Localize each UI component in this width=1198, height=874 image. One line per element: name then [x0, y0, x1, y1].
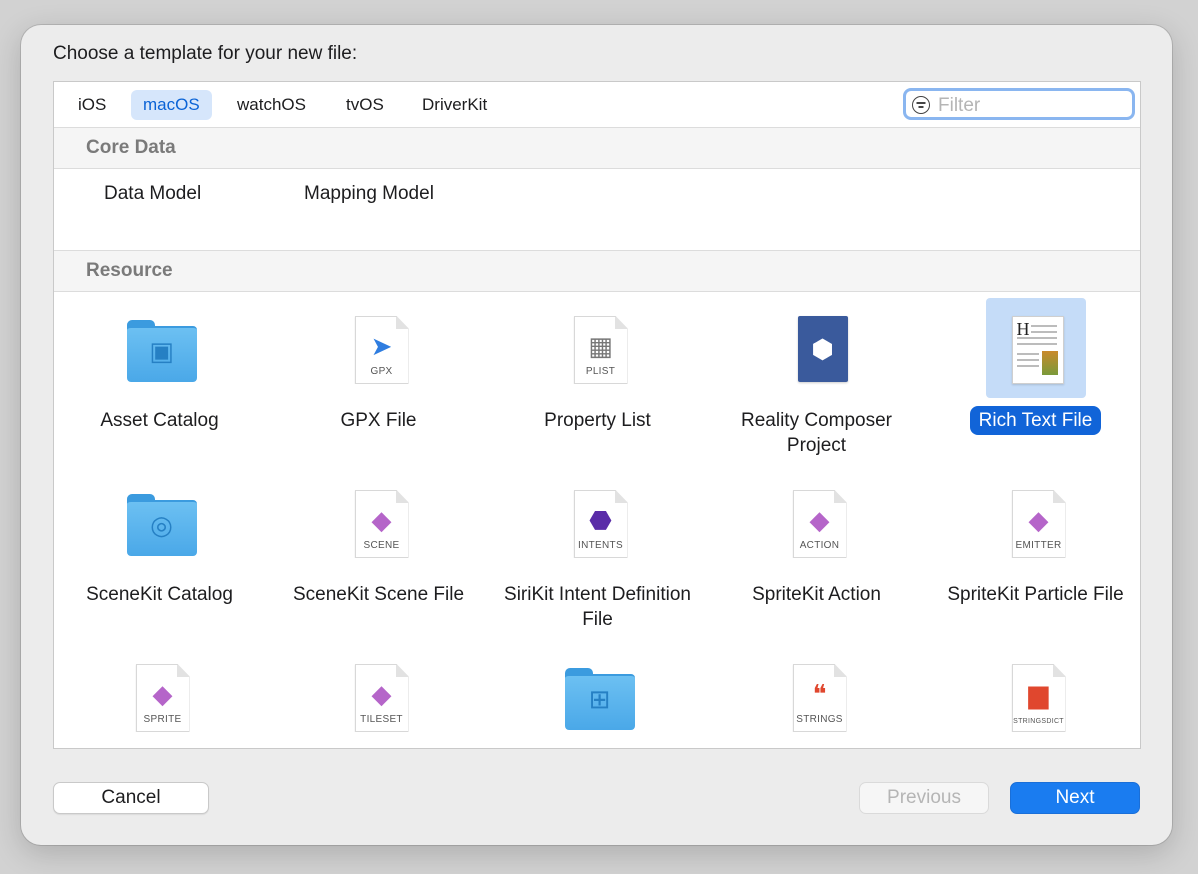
tab-tvos[interactable]: tvOS — [334, 90, 396, 120]
template-mapping-model[interactable]: Mapping Model — [304, 183, 434, 205]
tab-ios[interactable]: iOS — [66, 90, 118, 120]
template-rich-text-file[interactable]: H Rich Text File — [926, 298, 1140, 435]
template-asset-catalog[interactable]: ▣ Asset Catalog — [54, 298, 269, 435]
template-panel: iOS macOS watchOS tvOS DriverKit Core Da… — [53, 81, 1141, 749]
template-label: SceneKit Scene File — [292, 584, 465, 605]
template-sirikit-intent-definition-file[interactable]: ⬣ INTENTS SiriKit Intent Definition File — [488, 472, 707, 634]
previous-button[interactable]: Previous — [859, 782, 989, 814]
new-file-template-sheet: Choose a template for your new file: iOS… — [21, 25, 1172, 845]
filter-field[interactable] — [903, 88, 1135, 120]
filter-input[interactable] — [936, 93, 1130, 119]
template-scenekit-catalog[interactable]: ◎ SceneKit Catalog — [54, 472, 269, 609]
sirikit-intents-icon: ⬣ INTENTS — [573, 490, 628, 558]
rich-text-file-icon: H — [1011, 316, 1064, 384]
spritekit-tileset-icon: ◆ TILESET — [354, 664, 409, 732]
spritekit-action-icon: ◆ ACTION — [792, 490, 847, 558]
tab-macos[interactable]: macOS — [131, 90, 212, 120]
scenekit-catalog-folder-icon: ◎ — [126, 494, 197, 556]
tab-watchos[interactable]: watchOS — [225, 90, 318, 120]
template-strings-file[interactable]: ❝ STRINGS — [707, 646, 926, 746]
next-button[interactable]: Next — [1010, 782, 1140, 814]
section-header-resource: Resource — [54, 250, 1140, 292]
template-spritekit-action[interactable]: ◆ ACTION SpriteKit Action — [707, 472, 926, 609]
property-list-icon: ▦ PLIST — [573, 316, 628, 384]
template-scenekit-scene-file[interactable]: ◆ SCENE SceneKit Scene File — [269, 472, 488, 609]
template-label: Rich Text File — [969, 406, 1102, 435]
template-property-list[interactable]: ▦ PLIST Property List — [488, 298, 707, 435]
scenekit-scene-icon: ◆ SCENE — [354, 490, 409, 558]
strings-file-icon: ❝ STRINGS — [792, 664, 847, 732]
dialog-prompt: Choose a template for your new file: — [53, 43, 358, 64]
folder-grid-icon: ⊞ — [564, 668, 635, 730]
template-label: Property List — [544, 410, 651, 431]
template-spritekit-tileset[interactable]: ◆ TILESET — [269, 646, 488, 746]
template-folder-grid[interactable]: ⊞ — [488, 646, 707, 746]
template-label: SpriteKit Particle File — [947, 584, 1124, 605]
asset-catalog-folder-icon: ▣ — [126, 320, 197, 382]
template-stringsdict-file[interactable]: ▆ STRINGSDICT — [926, 646, 1140, 746]
cancel-button[interactable]: Cancel — [53, 782, 209, 814]
template-label: Reality Composer Project — [741, 410, 892, 456]
template-label: SceneKit Catalog — [86, 584, 233, 605]
reality-composer-icon: ⬢ — [797, 316, 848, 382]
template-gpx-file[interactable]: ➤ GPX GPX File — [269, 298, 488, 435]
template-spritekit-particle-file[interactable]: ◆ EMITTER SpriteKit Particle File — [926, 472, 1140, 609]
gpx-file-icon: ➤ GPX — [354, 316, 409, 384]
template-label: SpriteKit Action — [752, 584, 881, 605]
section-title: Resource — [86, 260, 173, 281]
section-title: Core Data — [86, 137, 176, 158]
template-label: GPX File — [340, 410, 417, 431]
spritekit-emitter-icon: ◆ EMITTER — [1011, 490, 1066, 558]
stringsdict-file-icon: ▆ STRINGSDICT — [1011, 664, 1066, 732]
tab-driverkit[interactable]: DriverKit — [410, 90, 499, 120]
spritekit-sprite-icon: ◆ SPRITE — [135, 664, 190, 732]
platform-tab-bar: iOS macOS watchOS tvOS DriverKit — [54, 82, 1140, 128]
template-label: Asset Catalog — [100, 410, 219, 431]
template-spritekit-sprite[interactable]: ◆ SPRITE — [54, 646, 269, 746]
template-data-model[interactable]: Data Model — [104, 183, 201, 205]
section-header-core-data: Core Data — [54, 127, 1140, 169]
template-reality-composer-project[interactable]: ⬢ Reality Composer Project — [707, 298, 926, 460]
template-label: SiriKit Intent Definition File — [504, 584, 691, 630]
filter-icon — [912, 96, 930, 114]
